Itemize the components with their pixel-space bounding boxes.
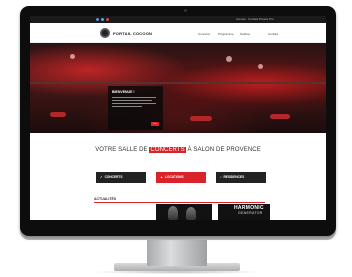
ticket-icon: ✓ (100, 175, 103, 179)
nav-item-programme[interactable]: Programme (218, 32, 234, 36)
lounge-seat (190, 116, 212, 121)
welcome-title: BIENVENUE ! (112, 90, 135, 94)
page-headline: VOTRE SALLE DE CONCERTS À SALON DE PROVE… (95, 147, 261, 153)
promo-subtitle: GENERATOR (238, 211, 263, 215)
nav-item-concerts[interactable]: Concerts (198, 32, 210, 36)
headline-highlight: CONCERTS (149, 147, 186, 153)
read-more-button[interactable]: Lire (151, 122, 159, 126)
camera-icon (184, 9, 187, 12)
stage-light-icon (226, 56, 232, 62)
lounge-seat (50, 112, 66, 117)
site-header (30, 23, 326, 43)
monitor-mockup: Accueil Contact Presse Pro PORTAIL COCOO… (0, 0, 352, 277)
top-link-4[interactable]: Pro (269, 17, 274, 22)
key-icon: ▲ (160, 175, 164, 179)
news-thumb-2[interactable] (156, 204, 212, 220)
welcome-text-line (112, 100, 152, 101)
music-icon: ♪ (220, 175, 222, 179)
nav-item-studios[interactable]: Studios (240, 32, 250, 36)
welcome-text-line (112, 97, 156, 98)
twitter-icon[interactable] (101, 18, 104, 21)
top-link-3[interactable]: Presse (259, 17, 268, 22)
news-title: ACTUALITÉS (94, 197, 117, 201)
artist-photo (186, 207, 196, 220)
lounge-seat (270, 114, 290, 119)
locations-button[interactable]: ▲ LOCATIONS (156, 172, 206, 183)
stage-light-icon (258, 64, 263, 69)
residences-button[interactable]: ♪ RESIDENCES (216, 172, 266, 183)
stage-light-icon (70, 54, 75, 59)
top-link-1[interactable]: Accueil (236, 17, 246, 22)
monitor-neck (147, 240, 207, 266)
facebook-icon[interactable] (96, 18, 99, 21)
concerts-button[interactable]: ✓ CONCERTS (96, 172, 146, 183)
google-plus-icon[interactable] (106, 18, 109, 21)
top-link-2[interactable]: Contact (248, 17, 258, 22)
logo-icon[interactable] (100, 28, 110, 38)
nav-item-contact[interactable]: Contact (268, 32, 278, 36)
top-bar (30, 16, 326, 23)
news-divider (94, 202, 265, 203)
welcome-text-line (112, 106, 142, 107)
artist-photo (168, 206, 178, 220)
bar-rail (30, 82, 326, 84)
news-thumb-1[interactable] (94, 204, 150, 220)
welcome-text-line (112, 103, 156, 104)
site-logo-text[interactable]: PORTAIL COCOON (113, 31, 152, 36)
website-screen: Accueil Contact Presse Pro PORTAIL COCOO… (30, 16, 326, 220)
